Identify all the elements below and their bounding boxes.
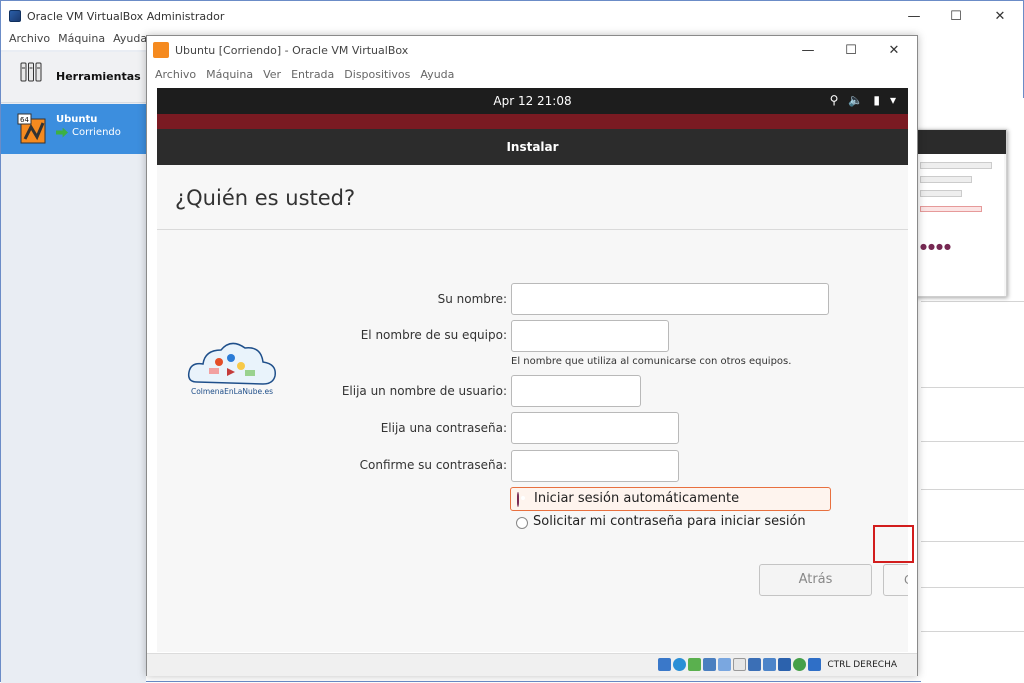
network-icon: ⚲ bbox=[829, 93, 839, 107]
vm-name: Ubuntu bbox=[56, 114, 98, 125]
username-label: Elija un nombre de usuario: bbox=[341, 384, 507, 398]
vm-titlebar: Ubuntu [Corriendo] - Oracle VM VirtualBo… bbox=[153, 42, 408, 58]
running-arrow-icon bbox=[56, 127, 68, 138]
hard-disk-icon[interactable] bbox=[658, 658, 672, 671]
tools-label: Herramientas bbox=[56, 70, 141, 83]
virtualization-icon[interactable] bbox=[778, 658, 792, 671]
manager-titlebar: Oracle VM VirtualBox Administrador bbox=[9, 7, 224, 25]
details-divider bbox=[921, 489, 1024, 490]
preview-topbar bbox=[912, 130, 1006, 154]
optical-drive-icon[interactable] bbox=[673, 658, 687, 671]
details-divider bbox=[921, 587, 1024, 588]
highlight-box bbox=[873, 525, 914, 563]
sidebar-item-herramientas[interactable]: Herramientas bbox=[1, 52, 146, 103]
vm-statusbar: CTRL DERECHA bbox=[147, 653, 917, 676]
details-divider bbox=[921, 301, 1024, 302]
manager-title: Oracle VM VirtualBox Administrador bbox=[27, 9, 225, 23]
minimize-icon[interactable]: — bbox=[787, 39, 829, 61]
vm-menu-entrada[interactable]: Entrada bbox=[291, 68, 334, 81]
virtualbox-logo-icon bbox=[9, 10, 21, 22]
battery-icon: ▮ bbox=[873, 93, 880, 107]
details-divider bbox=[921, 387, 1024, 388]
computer-name-input[interactable] bbox=[511, 320, 669, 352]
vm-window: Ubuntu [Corriendo] - Oracle VM VirtualBo… bbox=[146, 35, 918, 676]
confirm-password-input[interactable] bbox=[511, 450, 679, 482]
name-input[interactable] bbox=[511, 283, 829, 315]
heading-divider bbox=[157, 229, 908, 230]
clock[interactable]: Apr 12 21:08 bbox=[157, 88, 908, 114]
system-tray[interactable]: ⚲ 🔈 ▮ ▾ bbox=[830, 93, 896, 107]
confirm-password-label: Confirme su contraseña: bbox=[359, 458, 507, 472]
vm-menu-dispositivos[interactable]: Dispositivos bbox=[344, 68, 410, 81]
back-button[interactable]: Atrás bbox=[759, 564, 872, 596]
display-icon[interactable] bbox=[748, 658, 762, 671]
computer-name-label: El nombre de su equipo: bbox=[360, 328, 507, 342]
radio-unselected-icon bbox=[516, 517, 528, 529]
network-adapter-icon[interactable] bbox=[703, 658, 717, 671]
details-divider bbox=[921, 541, 1024, 542]
ubuntu-window-icon bbox=[153, 42, 169, 58]
vm-menu-ayuda[interactable]: Ayuda bbox=[420, 68, 454, 81]
manager-menubar: Archivo Máquina Ayuda bbox=[9, 32, 147, 45]
radio-require-password[interactable]: Solicitar mi contraseña para iniciar ses… bbox=[510, 512, 831, 534]
close-icon[interactable]: ✕ bbox=[979, 5, 1021, 27]
mouse-integration-icon[interactable] bbox=[793, 658, 807, 671]
username-input[interactable] bbox=[511, 375, 641, 407]
volume-icon: 🔈 bbox=[848, 93, 864, 107]
vm-menu-ver[interactable]: Ver bbox=[263, 68, 281, 81]
password-input[interactable] bbox=[511, 412, 679, 444]
svg-text:64: 64 bbox=[20, 116, 29, 124]
device-icons: CTRL DERECHA bbox=[658, 658, 897, 671]
audio-icon[interactable] bbox=[688, 658, 702, 671]
radio-selected-icon bbox=[517, 492, 519, 507]
guest-screen[interactable]: Apr 12 21:08 ⚲ 🔈 ▮ ▾ Instalar ¿Quién es … bbox=[157, 88, 908, 652]
sidebar-item-ubuntu[interactable]: 64 Ubuntu Corriendo bbox=[1, 104, 146, 154]
vm-preview-thumbnail: ●●●● bbox=[911, 129, 1007, 297]
installer-header: Instalar bbox=[157, 129, 908, 165]
details-divider bbox=[921, 441, 1024, 442]
require-password-label: Solicitar mi contraseña para iniciar ses… bbox=[533, 514, 806, 529]
usb-icon[interactable] bbox=[718, 658, 732, 671]
vm-menubar: Archivo Máquina Ver Entrada Dispositivos… bbox=[155, 68, 454, 81]
desktop-wallpaper-strip bbox=[157, 114, 908, 129]
vm-menu-maquina[interactable]: Máquina bbox=[206, 68, 253, 81]
vm-window-title: Ubuntu [Corriendo] - Oracle VM VirtualBo… bbox=[175, 43, 409, 57]
name-label: Su nombre: bbox=[437, 292, 507, 306]
continue-button[interactable]: C bbox=[883, 564, 908, 596]
details-divider bbox=[921, 631, 1024, 632]
keyboard-icon[interactable] bbox=[808, 658, 822, 671]
menu-ayuda[interactable]: Ayuda bbox=[113, 32, 147, 45]
vm-state-label: Corriendo bbox=[72, 127, 121, 138]
page-title: ¿Quién es usted? bbox=[175, 186, 356, 210]
shared-folders-icon[interactable] bbox=[733, 658, 747, 671]
maximize-icon[interactable]: ☐ bbox=[830, 39, 872, 61]
menu-archivo[interactable]: Archivo bbox=[9, 32, 50, 45]
maximize-icon[interactable]: ☐ bbox=[935, 5, 977, 27]
close-icon[interactable]: ✕ bbox=[873, 39, 915, 61]
tools-icon bbox=[20, 62, 42, 82]
preview-body: ●●●● bbox=[914, 154, 1004, 296]
gnome-top-bar: Apr 12 21:08 ⚲ 🔈 ▮ ▾ bbox=[157, 88, 908, 114]
vm-menu-archivo[interactable]: Archivo bbox=[155, 68, 196, 81]
recording-icon[interactable] bbox=[763, 658, 777, 671]
vm-state: Corriendo bbox=[56, 127, 121, 138]
minimize-icon[interactable]: — bbox=[893, 5, 935, 27]
chevron-down-icon: ▾ bbox=[889, 93, 896, 107]
ubuntu-vm-icon: 64 bbox=[17, 113, 46, 144]
password-label: Elija una contraseña: bbox=[380, 421, 507, 435]
radio-auto-login[interactable]: Iniciar sesión automáticamente bbox=[510, 487, 831, 511]
installer-title: Instalar bbox=[506, 140, 559, 154]
host-key-label: CTRL DERECHA bbox=[827, 659, 897, 670]
auto-login-label: Iniciar sesión automáticamente bbox=[534, 491, 740, 506]
menu-maquina[interactable]: Máquina bbox=[58, 32, 105, 45]
computer-name-hint: El nombre que utiliza al comunicarse con… bbox=[511, 356, 792, 367]
